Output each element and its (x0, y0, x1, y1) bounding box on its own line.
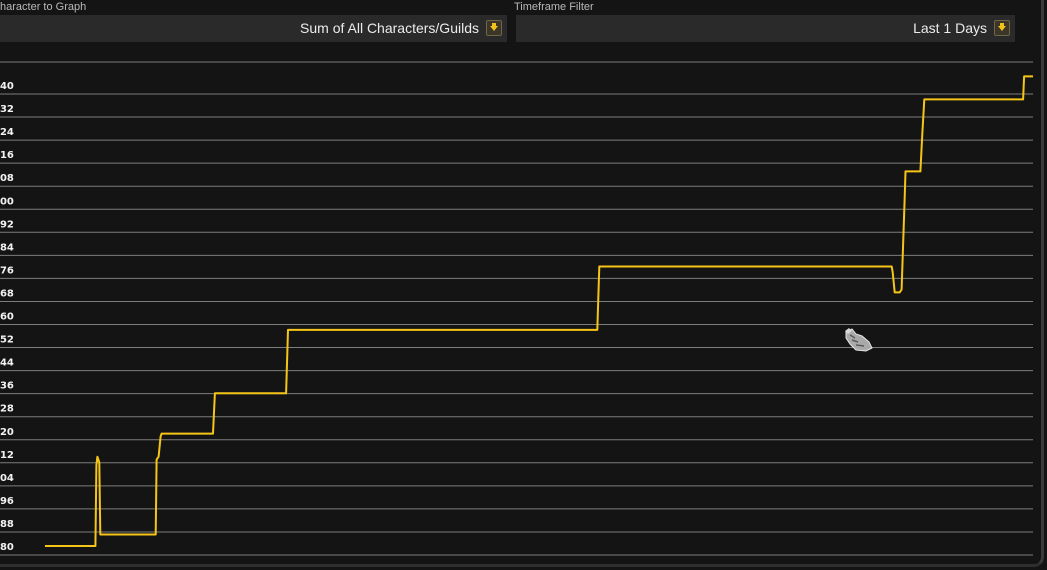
y-tick-label: 280 (0, 542, 14, 553)
y-tick-label: 336 (0, 381, 14, 392)
y-tick-label: 352 (0, 335, 14, 346)
y-tick-label: 304 (0, 473, 14, 484)
y-tick-label: 296 (0, 496, 14, 507)
y-tick-label: 400 (0, 196, 14, 207)
y-tick-label: 432 (0, 104, 14, 115)
y-tick-label: 376 (0, 265, 14, 276)
y-tick-label: 288 (0, 519, 14, 530)
y-tick-label: 320 (0, 427, 14, 438)
y-tick-label: 408 (0, 173, 14, 184)
y-tick-label: 440 (0, 81, 14, 92)
y-tick-label: 416 (0, 150, 14, 161)
y-tick-label: 328 (0, 404, 14, 415)
y-tick-label: 312 (0, 450, 14, 461)
y-tick-label: 344 (0, 358, 14, 369)
y-tick-label: 424 (0, 127, 14, 138)
y-tick-label: 360 (0, 312, 14, 323)
y-tick-label: 384 (0, 242, 14, 253)
y-tick-label: 368 (0, 288, 14, 299)
line-chart: 280 288 296 304 312 320 328 336 344 352 360 368 376 3… (0, 61, 1033, 556)
gauntlet-hand-cursor-icon (845, 328, 873, 352)
series-line (45, 75, 1033, 547)
y-tick-label: 392 (0, 219, 14, 230)
